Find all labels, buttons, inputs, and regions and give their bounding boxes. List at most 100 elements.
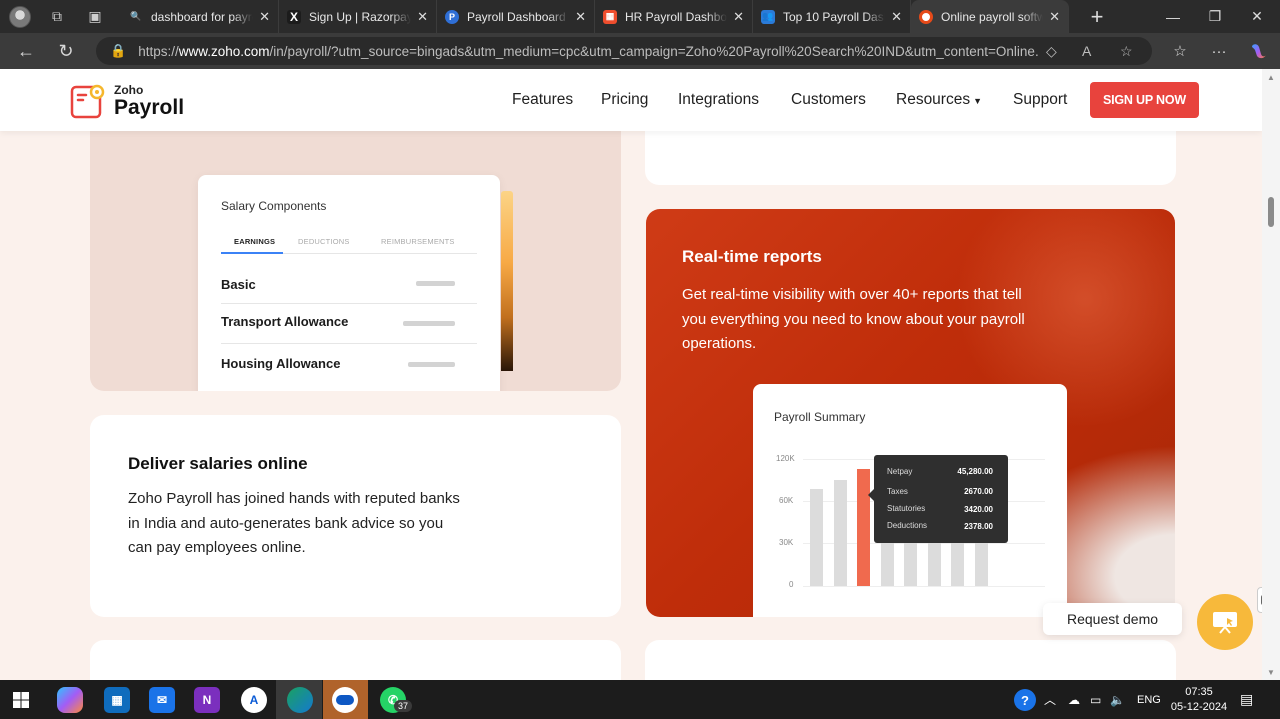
profile-avatar[interactable] — [9, 5, 31, 28]
chevron-up-icon[interactable]: ︿ — [1044, 680, 1056, 719]
language-indicator[interactable]: ENG — [1137, 680, 1161, 719]
feature-card-bottom-left — [90, 640, 621, 680]
close-icon[interactable]: ✕ — [417, 9, 428, 25]
volume-icon[interactable]: 🔈 — [1110, 680, 1125, 719]
tab-label: Top 10 Payroll Dashb — [783, 9, 885, 24]
browser-tab-3[interactable]: ▦ HR Payroll Dashboar ✕ — [595, 0, 753, 33]
battery-icon[interactable]: ▭ — [1090, 680, 1101, 719]
axis-label: 30K — [779, 538, 794, 547]
scrollbar-thumb[interactable] — [1268, 197, 1274, 227]
minimize-icon[interactable]: — — [1152, 0, 1194, 33]
request-demo-button[interactable] — [1197, 594, 1253, 650]
tab-earnings: EARNINGS — [234, 237, 276, 246]
copilot-icon[interactable] — [1243, 33, 1273, 69]
tab-label: HR Payroll Dashboar — [625, 9, 728, 24]
nav-pricing[interactable]: Pricing — [601, 91, 648, 109]
value-placeholder-bar — [416, 281, 455, 286]
decorative-gradient-bar — [501, 191, 513, 371]
sign-up-button[interactable]: SIGN UP NOW — [1090, 82, 1199, 118]
window-close-icon[interactable]: ✕ — [1236, 0, 1278, 33]
close-icon[interactable]: ✕ — [1049, 9, 1060, 25]
caret-down-icon: ▼ — [973, 96, 983, 106]
chart-bar — [810, 489, 823, 586]
tag-icon[interactable]: ◇ — [1046, 43, 1057, 60]
favorites-icon[interactable]: ☆ — [1165, 33, 1195, 69]
nav-integrations[interactable]: Integrations — [678, 91, 759, 109]
edge-browser-icon[interactable] — [287, 687, 313, 713]
site-header: Zoho Payroll Features Pricing Integratio… — [0, 69, 1262, 131]
browser-tab-2[interactable]: P Payroll Dashboard G ✕ — [437, 0, 595, 33]
close-icon[interactable]: ✕ — [575, 9, 586, 25]
browser-tab-5-active[interactable]: Online payroll softw ✕ — [911, 0, 1069, 33]
read-aloud-icon[interactable]: A — [1082, 43, 1091, 59]
cloud-icon[interactable]: ☁ — [1068, 680, 1080, 719]
nav-features[interactable]: Features — [512, 91, 573, 109]
more-menu-icon[interactable]: ··· — [1204, 33, 1234, 69]
teamviewer-app-icon[interactable] — [332, 687, 358, 713]
tooltip-label: Statutories — [887, 504, 926, 513]
salary-components-title: Salary Components — [221, 199, 327, 213]
grid-line — [803, 586, 1045, 587]
back-arrow-icon[interactable]: ← — [6, 41, 46, 62]
url-field[interactable]: 🔒 https://www.zoho.com/in/payroll/?utm_s… — [96, 37, 1152, 65]
tooltip-label: Netpay — [887, 467, 913, 476]
row-basic: Basic — [221, 277, 256, 292]
tooltip-label: Deductions — [887, 521, 928, 530]
chart-tooltip: Netpay 45,280.00 Taxes 2670.00 Statutori… — [868, 455, 1008, 543]
salary-components-card: Salary Components EARNINGS DEDUCTIONS RE… — [90, 109, 621, 391]
salary-components-widget: Salary Components EARNINGS DEDUCTIONS RE… — [198, 175, 500, 391]
zoho-favicon-icon — [919, 9, 933, 24]
windows-start-icon[interactable] — [13, 692, 29, 708]
axis-label: 0 — [789, 580, 794, 589]
deliver-salaries-description: Zoho Payroll has joined hands with reput… — [128, 490, 460, 556]
app-store-icon[interactable]: A — [241, 687, 267, 713]
copilot-app-icon[interactable] — [57, 687, 83, 713]
tab-label: Sign Up | RazorpayX — [309, 9, 412, 24]
browser-tab-4[interactable]: 👥 Top 10 Payroll Dashb ✕ — [753, 0, 911, 33]
chart-bar — [834, 480, 847, 586]
address-toolbar: ← ↻ 🔒 https://www.zoho.com/in/payroll/?u… — [0, 33, 1280, 69]
request-demo-label[interactable]: Request demo — [1043, 603, 1182, 635]
refresh-icon[interactable]: ↻ — [46, 41, 86, 62]
close-icon[interactable]: ✕ — [733, 9, 744, 25]
onenote-icon[interactable]: N — [194, 687, 220, 713]
new-tab-icon[interactable]: + — [1083, 4, 1111, 30]
whatsapp-badge: 37 — [394, 700, 413, 712]
store-icon[interactable]: ▦ — [104, 687, 130, 713]
restore-icon[interactable]: ❐ — [1194, 0, 1236, 33]
clock[interactable]: 07:35 05-12-2024 — [1170, 680, 1228, 719]
chat-widget-tab[interactable] — [1257, 587, 1262, 613]
row-divider — [221, 303, 477, 304]
tooltip-value: 2670.00 — [964, 487, 993, 496]
realtime-reports-description: Get real-time visibility with over 40+ r… — [682, 286, 1025, 352]
nav-customers[interactable]: Customers — [791, 91, 866, 109]
value-placeholder-bar — [403, 321, 455, 326]
tab-label: Payroll Dashboard G — [467, 9, 570, 24]
mail-icon[interactable]: ✉ — [149, 687, 175, 713]
browser-tab-0[interactable]: 🔍 dashboard for payro ✕ — [121, 0, 279, 33]
page-scrollbar[interactable]: ▲ ▼ — [1262, 69, 1280, 680]
nav-support[interactable]: Support — [1013, 91, 1067, 109]
close-icon[interactable]: ✕ — [891, 9, 902, 25]
row-divider — [221, 343, 477, 344]
tab-deductions: DEDUCTIONS — [298, 237, 350, 246]
site-favicon-icon: ▦ — [603, 9, 617, 24]
workspaces-icon[interactable]: ⧉ — [45, 8, 69, 25]
realtime-reports-title: Real-time reports — [682, 247, 822, 266]
close-icon[interactable]: ✕ — [259, 9, 270, 25]
scroll-up-icon[interactable]: ▲ — [1267, 73, 1275, 82]
nav-resources[interactable]: Resources ▼ — [896, 91, 982, 109]
tab-actions-icon[interactable]: ▣ — [83, 8, 107, 25]
windows-taskbar: ▦ ✉ N A ✆ 37 ? ︿ ☁ ▭ 🔈 ENG 07:35 05-12-2… — [0, 680, 1280, 719]
nav-resources-label: Resources — [896, 91, 971, 108]
scroll-down-icon[interactable]: ▼ — [1267, 668, 1275, 677]
payroll-summary-title: Payroll Summary — [774, 410, 866, 424]
deliver-salaries-title: Deliver salaries online — [128, 454, 308, 473]
tab-reimbursements: REIMBURSEMENTS — [381, 237, 455, 246]
notification-icon[interactable]: ▤ — [1240, 680, 1253, 719]
favorite-star-icon[interactable]: ☆ — [1120, 43, 1133, 60]
presentation-icon — [1213, 612, 1237, 634]
zoho-payroll-logo[interactable]: Zoho Payroll — [70, 83, 184, 119]
browser-tab-1[interactable]: X Sign Up | RazorpayX ✕ — [279, 0, 437, 33]
help-icon[interactable]: ? — [1014, 689, 1036, 711]
